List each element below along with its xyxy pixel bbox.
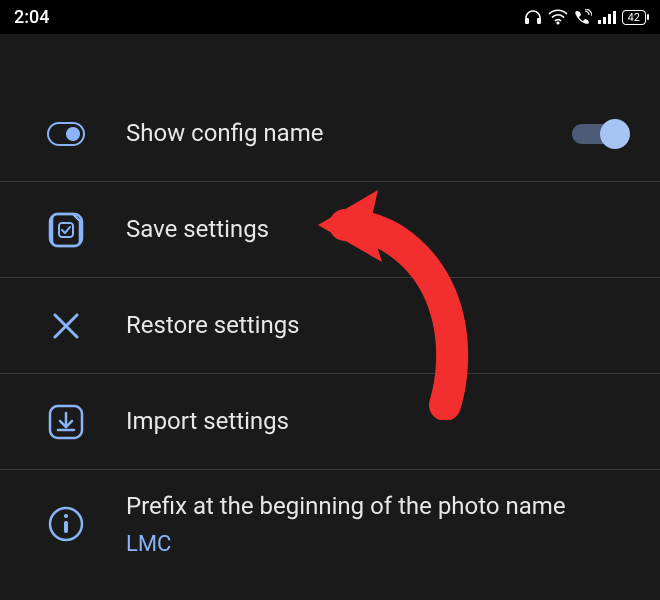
wifi-icon xyxy=(548,9,568,25)
show-config-toggle[interactable] xyxy=(572,119,628,149)
close-x-icon xyxy=(46,306,86,346)
headphones-icon xyxy=(524,9,542,25)
row-show-config-name[interactable]: Show config name xyxy=(0,86,660,182)
row-label: Save settings xyxy=(126,213,638,245)
status-bar: 2:04 xyxy=(0,0,660,34)
row-label: Import settings xyxy=(126,405,638,437)
row-restore-settings[interactable]: Restore settings xyxy=(0,278,660,374)
phone-wifi-icon xyxy=(574,9,592,25)
import-icon xyxy=(46,402,86,442)
row-value: LMC xyxy=(126,532,638,557)
row-import-settings[interactable]: Import settings xyxy=(0,374,660,470)
toggle-icon xyxy=(46,114,86,154)
row-label: Restore settings xyxy=(126,309,638,341)
save-icon xyxy=(46,210,86,250)
battery-indicator: 42 xyxy=(622,10,646,25)
row-label: Show config name xyxy=(126,117,532,149)
row-save-settings[interactable]: Save settings xyxy=(0,182,660,278)
status-time: 2:04 xyxy=(14,7,49,28)
section-header-partial: Config xyxy=(0,34,660,56)
row-prefix[interactable]: Prefix at the beginning of the photo nam… xyxy=(0,470,660,577)
status-icons: 42 xyxy=(524,9,646,25)
info-icon xyxy=(46,504,86,544)
signal-icon xyxy=(598,10,616,24)
row-label: Prefix at the beginning of the photo nam… xyxy=(126,490,638,522)
